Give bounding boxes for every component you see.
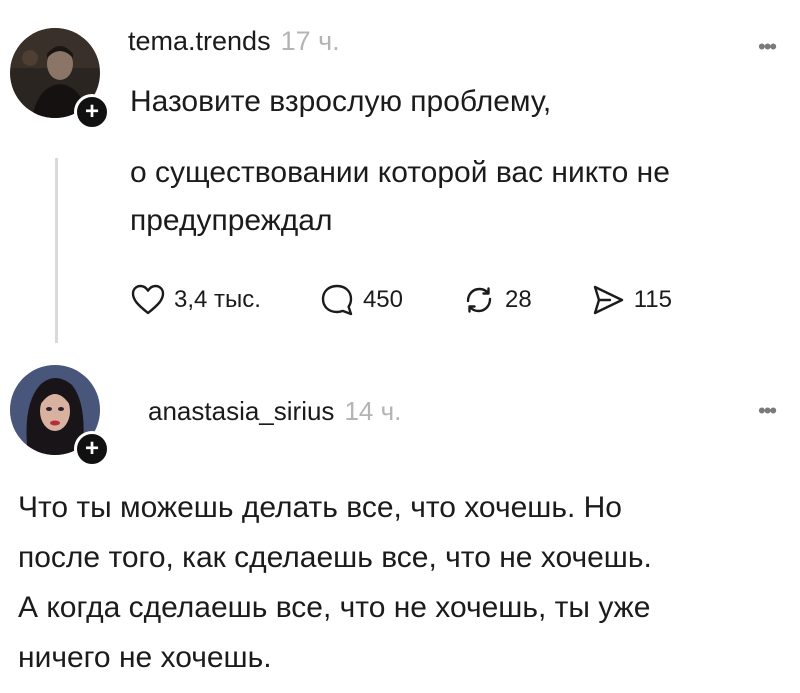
heart-icon [131,284,165,315]
comment-bubble-icon [321,284,353,316]
avatar-container[interactable]: + [10,365,110,467]
avatar-container[interactable]: + [10,28,110,130]
repost-count: 28 [505,286,532,313]
like-count: 3,4 тыс. [174,286,261,313]
post-text-line-4: ничего не хочешь. [18,641,272,674]
follow-plus-icon[interactable]: + [74,94,110,130]
like-button[interactable]: 3,4 тыс. [130,282,261,318]
username-text[interactable]: anastasia_sirius [148,396,334,426]
repost-button[interactable]: 28 [461,282,532,318]
share-count: 115 [633,286,672,313]
post-time: 17 ч. [280,26,340,56]
thread-line [55,158,58,343]
follow-plus-icon[interactable]: + [74,431,110,467]
repost-icon [466,287,492,313]
post-text-line-2: после того, как сделаешь все, что не хоч… [18,541,652,574]
post-text-line-3: А когда сделаешь все, что не хочешь, ты … [18,591,651,624]
post-text-line-3: предупреждал [130,204,333,237]
send-icon [593,285,623,315]
more-dots-icon[interactable]: ••• [758,34,777,60]
username[interactable]: tema.trends 17 ч. [128,26,340,57]
more-dots-icon[interactable]: ••• [758,398,777,424]
username-text[interactable]: tema.trends [128,26,271,56]
username[interactable]: anastasia_sirius 14 ч. [148,396,401,427]
post-text-line-1: Что ты можешь делать все, что хочешь. Но [18,491,622,524]
comment-count: 450 [362,286,403,313]
post-actions: 3,4 тыс. 450 28 115 [130,280,730,320]
share-button[interactable]: 115 [590,282,672,318]
post-text-line-1: Назовите взрослую проблему, [130,85,552,118]
post-time: 14 ч. [344,396,402,426]
comment-button[interactable]: 450 [319,282,403,318]
